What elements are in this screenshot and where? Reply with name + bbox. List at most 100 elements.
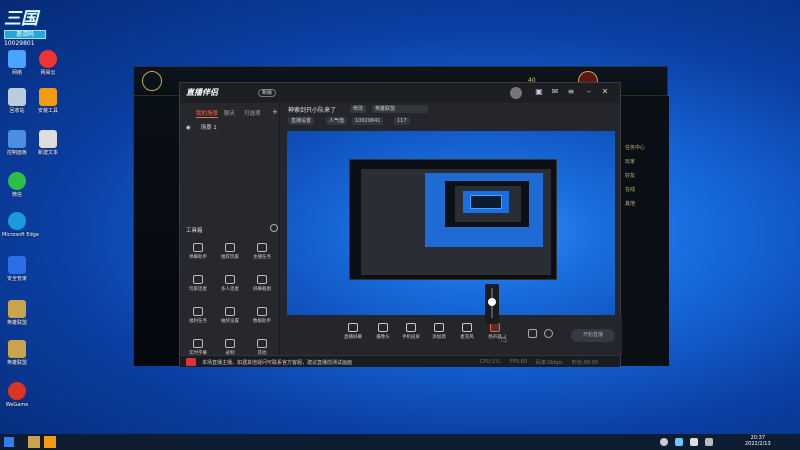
clock-date: 2022/2/13: [745, 441, 771, 447]
tool-danmu[interactable]: 弹幕助手: [184, 243, 212, 260]
start-live-button[interactable]: 开始直播: [571, 329, 615, 342]
bottom-toolbar: 直播屏幕 摄像头 手机投屏 添加源 麦克风 扬声器 开始直播: [280, 315, 622, 355]
phone-icon: [406, 323, 416, 332]
room-id-chip: 10029841: [352, 117, 384, 125]
user-avatar[interactable]: [510, 87, 522, 99]
mail-icon[interactable]: ✉: [550, 87, 560, 97]
play-icon: [434, 323, 444, 332]
tool-record[interactable]: 录制: [216, 339, 244, 356]
people-icon: [225, 275, 235, 284]
tool-multi-link[interactable]: 多人连麦: [216, 275, 244, 292]
more-icon: [257, 339, 267, 348]
taskbar-lol-icon[interactable]: [28, 436, 40, 448]
title-bar: 直播伴侣 新版 ▣ ✉ ≡ – ✕: [180, 83, 620, 103]
desktop-icon-installer[interactable]: 安装工具: [33, 88, 63, 114]
desktop-icon-wechat[interactable]: 微信: [2, 172, 32, 198]
volume-slider[interactable]: [485, 284, 499, 324]
lol-sidebar: [134, 96, 179, 366]
volume-tray-icon[interactable]: [690, 438, 698, 446]
lol-friends-panel: 任务中心 玩家 好友 在线 其他: [621, 96, 669, 366]
tool-more[interactable]: 其他: [248, 339, 276, 356]
edge-icon: [8, 212, 26, 230]
menu-icon[interactable]: ≡: [566, 87, 576, 97]
tool-welfare[interactable]: 福利任务: [184, 307, 212, 324]
eye-icon[interactable]: ◉: [186, 125, 191, 131]
network-icon: [8, 50, 26, 68]
desktop-icon-edge[interactable]: Microsoft Edge: [2, 212, 39, 238]
microphone-icon: [462, 323, 472, 332]
lol-icon: [8, 340, 26, 358]
edit-title-button[interactable]: 修改: [350, 105, 367, 113]
volume-knob[interactable]: [488, 298, 496, 306]
recycle-bin-icon: [8, 88, 26, 106]
cpu-stat: CPU:1%: [480, 359, 500, 365]
desktop-icon-recycle[interactable]: 回收站: [2, 88, 32, 114]
screenshot-icon: [257, 275, 267, 284]
monitor-icon: [348, 323, 358, 332]
desktop-icon-network[interactable]: 网络: [2, 50, 32, 76]
tab-options[interactable]: 可选项: [244, 109, 261, 117]
minimize-icon[interactable]: –: [584, 87, 594, 97]
tool-task[interactable]: 主播任务: [248, 243, 276, 260]
tool-screenshot[interactable]: 屏幕截图: [248, 275, 276, 292]
tab-chat[interactable]: 聊天: [224, 109, 235, 117]
status-text: 本场直播主播，如遇其他疑问可联系官方客服，建议直播前测试画面: [202, 360, 353, 366]
desktop-icon-lol-2[interactable]: 英雄联盟: [2, 340, 32, 366]
toolbox-settings-icon[interactable]: [270, 224, 278, 232]
desktop-icon-security[interactable]: 安全管家: [2, 256, 32, 282]
lol-logo-icon: [142, 71, 162, 91]
status-bar: 本场直播主播，如遇其他疑问可联系官方客服，建议直播前测试画面 CPU:1% FP…: [180, 355, 620, 367]
tray-icon[interactable]: [660, 438, 668, 446]
fps-stat: FPS:60: [510, 359, 528, 365]
task-icon: [257, 243, 267, 252]
clock[interactable]: 20:37 2022/2/13: [745, 435, 771, 447]
tool-subtitle[interactable]: 实时字幕: [184, 339, 212, 356]
close-icon[interactable]: ✕: [600, 87, 610, 97]
version-badge: 新版: [258, 89, 277, 97]
live-companion-window[interactable]: 直播伴侣 新版 ▣ ✉ ≡ – ✕ 我的场景 聊天 可选项 + ◉ 场景 1 工…: [179, 82, 622, 367]
taskbar: 20:37 2022/2/13: [0, 434, 800, 450]
desktop-icon-wegame[interactable]: WeGame: [2, 382, 32, 408]
record-icon: [225, 339, 235, 348]
gift-icon[interactable]: ▣: [534, 87, 544, 97]
cursor-icon: ☝: [501, 334, 508, 345]
windows-start-icon[interactable]: [4, 437, 14, 447]
add-source-button[interactable]: 添加源: [428, 323, 450, 340]
tool-recommend[interactable]: 推荐玩家: [216, 243, 244, 260]
viewer-count-chip: 117: [394, 117, 410, 125]
text-file-icon: [39, 130, 57, 148]
desktop-icon-lol-1[interactable]: 英雄联盟: [2, 300, 32, 326]
phone-cast-button[interactable]: 手机投屏: [400, 323, 422, 340]
popularity-chip: 人气值: [326, 117, 348, 125]
lol-icon: [8, 300, 26, 318]
tool-link[interactable]: 玩家连麦: [184, 275, 212, 292]
network-tray-icon[interactable]: [675, 438, 683, 446]
game-category[interactable]: 英雄联盟: [372, 105, 428, 113]
screen-capture-button[interactable]: 直播屏幕: [342, 323, 364, 340]
input-method-icon[interactable]: [705, 438, 713, 446]
tab-my-scenes[interactable]: 我的场景: [196, 109, 219, 118]
tool-lottery[interactable]: 抽奖设置: [216, 307, 244, 324]
settings-gear-icon[interactable]: [544, 329, 553, 338]
stream-preview[interactable]: [287, 131, 615, 315]
notice-icon: [186, 358, 196, 366]
desktop-icon-netease[interactable]: 网易云: [33, 50, 63, 76]
add-scene-icon[interactable]: +: [272, 108, 278, 116]
desktop-icon-control[interactable]: 控制面板: [2, 130, 32, 156]
microphone-button[interactable]: 麦克风: [456, 323, 478, 340]
toolbox-title: 工具箱: [186, 228, 203, 234]
video-icon[interactable]: [528, 329, 537, 338]
subtitle-icon: [193, 339, 203, 348]
netease-icon: [39, 50, 57, 68]
camera-button[interactable]: 摄像头: [372, 323, 394, 340]
scene-item[interactable]: ◉ 场景 1: [186, 123, 217, 131]
taskbar-companion-icon[interactable]: [44, 436, 56, 448]
desktop-icon-textfile[interactable]: 新建文本: [33, 130, 63, 156]
live-settings-chip[interactable]: 直播设置: [288, 117, 315, 125]
speaker-icon: [490, 323, 500, 332]
wegame-icon: [8, 382, 26, 400]
control-panel-icon: [8, 130, 26, 148]
link-icon: [193, 275, 203, 284]
app-title: 直播伴侣: [186, 88, 218, 97]
tool-data[interactable]: 数据助手: [248, 307, 276, 324]
